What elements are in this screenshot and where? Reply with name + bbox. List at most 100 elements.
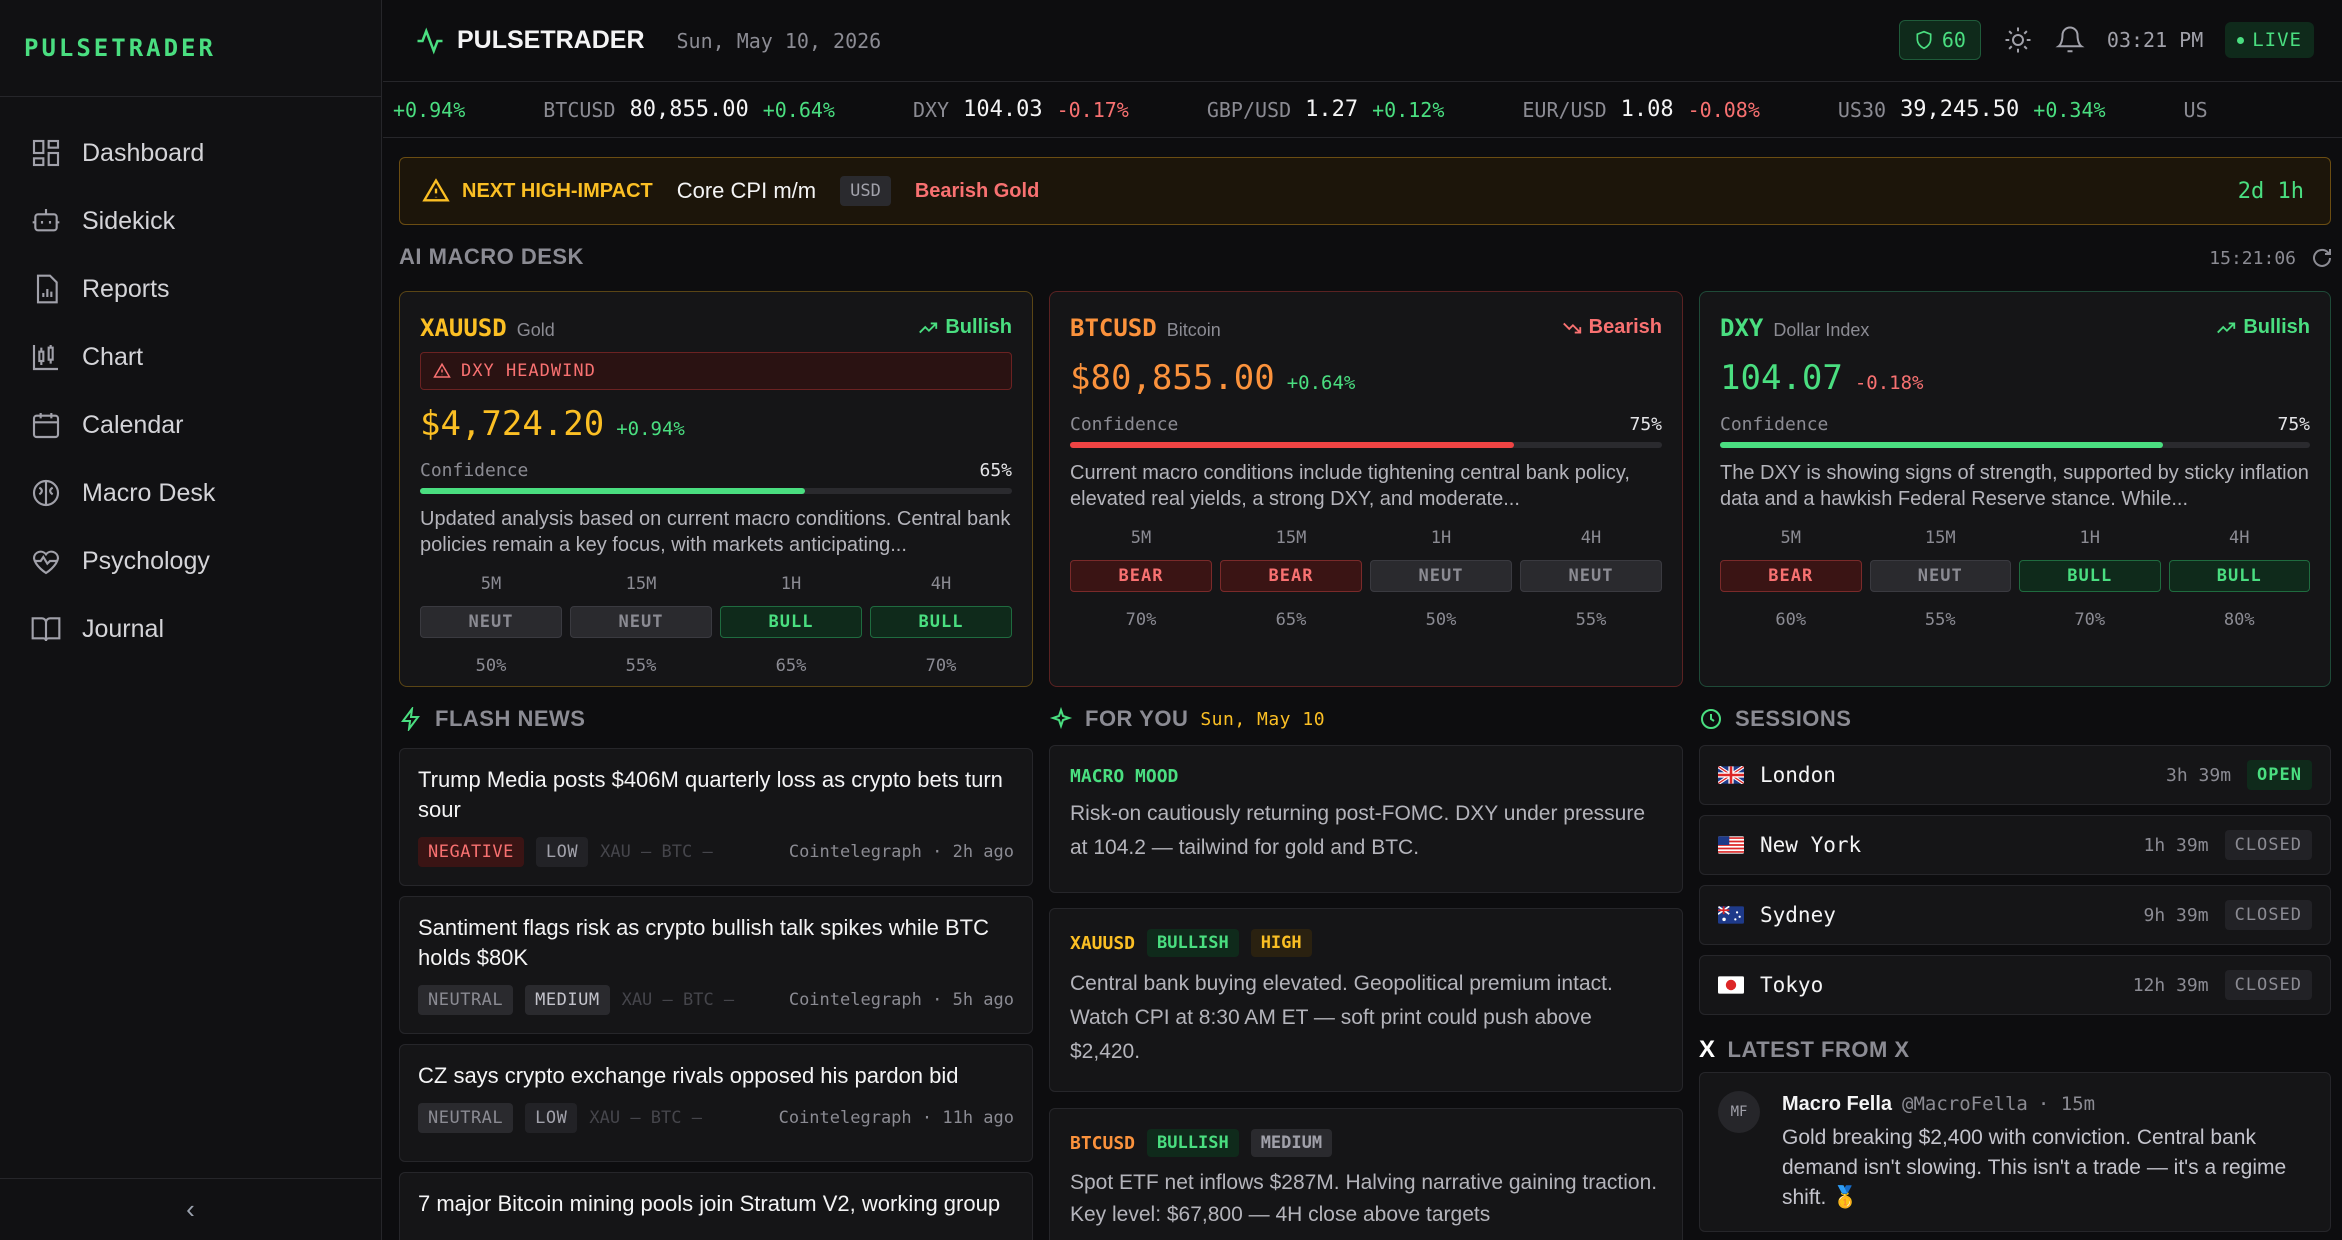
insight-card[interactable]: BTCUSD BULLISH MEDIUM Spot ETF net inflo… (1049, 1108, 1683, 1240)
ticker-change: -0.08% (1687, 97, 1760, 122)
sidebar-item-label: Psychology (82, 546, 210, 575)
news-card[interactable]: 7 major Bitcoin mining pools join Stratu… (399, 1172, 1033, 1240)
news-meta: NEUTRAL LOW XAU — BTC — Cointelegraph · … (418, 1103, 1014, 1133)
timeframe-label: 1H (780, 574, 802, 594)
ticker-item[interactable]: GBP/USD 1.27 +0.12% (1207, 97, 1445, 122)
ticker-item[interactable]: EUR/USD 1.08 -0.08% (1522, 97, 1760, 122)
brand-title: PULSETRADER (457, 26, 645, 54)
notifications-bell-icon[interactable] (2055, 25, 2085, 55)
timeframe-signal: BULL (2019, 560, 2161, 592)
post-header: Macro Fella @MacroFella · 15m (1782, 1093, 2095, 1116)
confidence-bar (420, 488, 1012, 494)
ticker-item[interactable]: US30 39,245.50 +0.34% (1838, 97, 2106, 122)
author-name: Macro Fella (1782, 1093, 1893, 1115)
sidebar-item-dashboard[interactable]: Dashboard (0, 119, 381, 187)
insight-text: Central bank buying elevated. Geopolitic… (1070, 972, 1613, 1063)
sidebar-item-macro-desk[interactable]: Macro Desk (0, 459, 381, 527)
price-change: -0.18% (1854, 372, 1924, 394)
ticker-item[interactable]: +0.94% (393, 98, 465, 122)
ticker-item[interactable]: DXY 104.03 -0.17% (913, 97, 1129, 122)
news-card[interactable]: CZ says crypto exchange rivals opposed h… (399, 1044, 1033, 1162)
book-icon (31, 617, 61, 642)
timeframe-grid: 5M 15M 1H 4H NEUT NEUT BULL BULL 50% 55% 65% 70% (420, 574, 1012, 676)
timeframe-probability: 70% (2074, 610, 2106, 630)
timeframe-label: 5M (1130, 528, 1152, 548)
sentiment-tag: NEUTRAL (418, 985, 514, 1015)
robot-icon (32, 209, 60, 232)
author-handle: @MacroFella (1902, 1093, 2028, 1115)
price-value: $4,724.20 (420, 404, 605, 444)
grid-icon (32, 139, 60, 167)
insight-card[interactable]: XAUUSD BULLISH HIGH Central bank buying … (1049, 908, 1683, 1092)
shield-icon (1916, 30, 1932, 50)
timeframe-grid: 5M 15M 1H 4H BEAR NEUT BULL BULL 60% 55% 70% 80% (1720, 528, 2310, 630)
clock: 03:21 PM (2106, 28, 2204, 52)
header-date: Sun, May 10, 2026 (676, 28, 882, 53)
ticker-item[interactable]: BTCUSD 80,855.00 +0.64% (543, 97, 835, 122)
sidebar-item-reports[interactable]: Reports (0, 255, 381, 323)
sentiment-tag: NEUTRAL (418, 1103, 514, 1133)
nav-list: Dashboard Sidekick Reports Chart Calenda… (0, 97, 381, 663)
timeframe-label: 5M (480, 574, 502, 594)
headwind-warning: DXY HEADWIND (420, 352, 1012, 390)
price-ticker: +0.94% BTCUSD 80,855.00 +0.64% DXY 104.03 -0.1… (383, 82, 2342, 138)
confidence-value: 65% (979, 460, 1012, 481)
sidebar-item-chart[interactable]: Chart (0, 323, 381, 391)
sidebar-item-label: Journal (82, 614, 164, 643)
sidebar-item-psychology[interactable]: Psychology (0, 527, 381, 595)
bias-tag: BULLISH (1147, 929, 1239, 957)
asset-card-btcusd[interactable]: BTCUSD Bitcoin Bearish $80,855.00 +0.64%… (1049, 291, 1683, 687)
card-symbol: BTCUSD (1070, 314, 1157, 342)
card-asset-name: Dollar Index (1773, 320, 1870, 340)
sidebar: PULSETRADER Dashboard Sidekick Reports C… (0, 0, 382, 1240)
news-card[interactable]: Santiment flags risk as crypto bullish t… (399, 896, 1033, 1034)
sidebar-item-calendar[interactable]: Calendar (0, 391, 381, 459)
candlestick-icon (32, 345, 58, 371)
session-row-tokyo: Tokyo 12h 39m CLOSED (1699, 955, 2331, 1015)
ticker-change: +0.64% (762, 97, 835, 122)
sidebar-item-label: Macro Desk (82, 478, 216, 507)
ticker-symbol: US (2183, 97, 2208, 122)
confidence-fill (1070, 442, 1514, 448)
confidence-bar (1720, 442, 2310, 448)
asset-impact: XAU — BTC — (621, 990, 735, 1010)
asset-card-dxy[interactable]: DXY Dollar Index Bullish 104.07 -0.18% C… (1699, 291, 2331, 687)
ticker-change: +0.34% (2033, 97, 2106, 122)
timeframe-probability: 50% (1425, 610, 1457, 630)
avatar: MF (1718, 1091, 1760, 1133)
collapse-sidebar-button[interactable]: ‹ (0, 1178, 381, 1240)
high-impact-alert[interactable]: NEXT HIGH-IMPACT Core CPI m/m USD Bearis… (399, 157, 2331, 225)
timeframe-label: 1H (1430, 528, 1452, 548)
trending-up-icon (919, 322, 938, 333)
confidence-label: Confidence (420, 460, 529, 481)
x-post-card[interactable]: MF Macro Fella @MacroFella · 15m Gold br… (1699, 1072, 2331, 1232)
impact-tag: MEDIUM (1250, 1129, 1333, 1157)
bias-tag: BULLISH (1147, 1129, 1239, 1157)
news-source: Cointelegraph · 2h ago (788, 842, 1014, 862)
timeframe-label: 15M (1275, 528, 1307, 548)
au-flag-icon (1718, 906, 1744, 924)
insight-symbol: BTCUSD (1070, 1132, 1136, 1154)
asset-card-xauusd[interactable]: XAUUSD Gold Bullish DXY HEADWIND $4,724.… (399, 291, 1033, 687)
sidebar-item-journal[interactable]: Journal (0, 595, 381, 663)
ticker-symbol: EUR/USD (1522, 97, 1607, 122)
warning-icon (433, 362, 451, 378)
confidence-label: Confidence (1070, 414, 1179, 435)
bias-indicator: Bullish (917, 316, 1012, 339)
theme-toggle-sun-icon[interactable] (2003, 25, 2033, 55)
ticker-symbol: DXY (912, 97, 950, 122)
sidebar-item-sidekick[interactable]: Sidekick (0, 187, 381, 255)
refresh-icon[interactable] (2310, 246, 2334, 270)
session-name: Sydney (1760, 903, 1836, 927)
ticker-price: 1.27 (1305, 97, 1359, 122)
news-card[interactable]: Trump Media posts $406M quarterly loss a… (399, 748, 1033, 886)
card-heading: BTCUSD BULLISH MEDIUM (1070, 1129, 1662, 1157)
card-asset-name: Gold (516, 320, 555, 340)
session-status: CLOSED (2224, 970, 2312, 1000)
section-title: SESSIONS (1735, 706, 1852, 731)
discipline-score-badge[interactable]: 60 (1898, 20, 1981, 60)
ticker-item[interactable]: US (2184, 98, 2208, 122)
main-content: PULSETRADER Sun, May 10, 2026 60 03:21 P… (383, 0, 2342, 1240)
timeframe-label: 4H (930, 574, 952, 594)
uk-flag-icon (1718, 766, 1744, 784)
